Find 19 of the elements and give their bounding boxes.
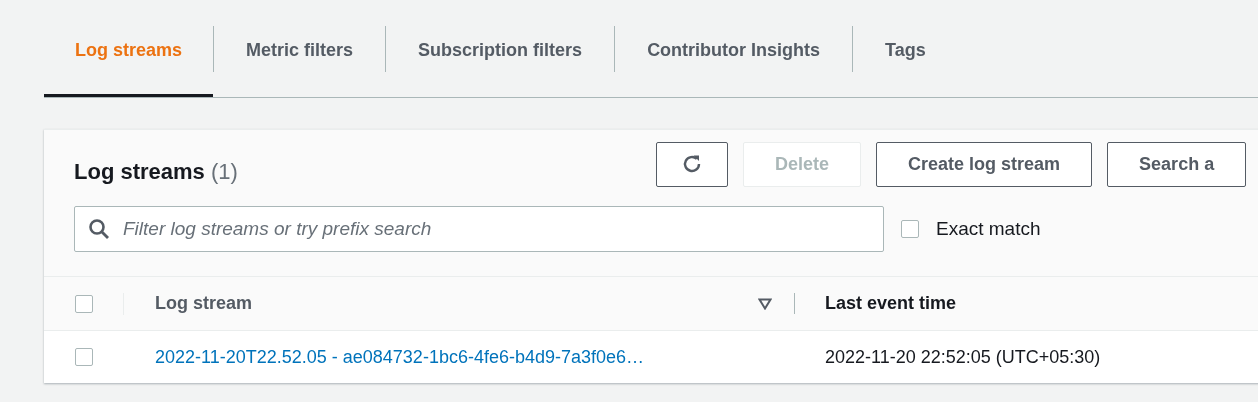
- checkbox-label: Exact match: [936, 218, 1041, 240]
- panel-title: Log streams (1): [74, 159, 239, 185]
- tab[interactable]: Tags: [853, 0, 958, 97]
- search-icon: [88, 218, 110, 240]
- action-button[interactable]: Create log stream: [876, 141, 1093, 187]
- log-stream-link[interactable]: 2022-11-20T22.52.05 - ae084732-1bc6-4fe6-b4d9-7a3f0e6…: [155, 346, 645, 368]
- tab[interactable]: Metric filters: [214, 0, 386, 97]
- search-field[interactable]: Filter log streams or try prefix search: [74, 206, 884, 252]
- checkbox[interactable]: [901, 220, 919, 238]
- refresh-button[interactable]: [656, 141, 728, 187]
- column-header[interactable]: Log stream: [155, 293, 253, 314]
- tab[interactable]: Subscription filters: [386, 0, 615, 97]
- table-cell: 2022-11-20 22:52:05 (UTC+05:30): [825, 346, 1101, 367]
- sort-icon[interactable]: [758, 297, 772, 310]
- action-button[interactable]: Search a: [1107, 141, 1247, 187]
- tab[interactable]: Contributor Insights: [615, 0, 853, 97]
- checkbox[interactable]: [75, 294, 93, 313]
- checkbox[interactable]: [75, 348, 93, 366]
- column-header[interactable]: Last event time: [825, 293, 957, 313]
